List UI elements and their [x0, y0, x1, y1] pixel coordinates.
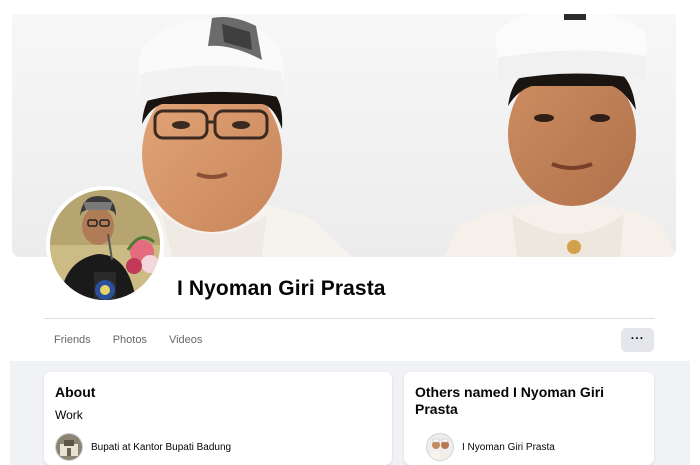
- others-list-item[interactable]: I Nyoman Giri Prasta: [426, 433, 555, 461]
- others-title: Others named I Nyoman Giri Prasta: [415, 384, 605, 417]
- more-horizontal-icon: ···: [630, 331, 645, 345]
- left-frame: [0, 0, 10, 465]
- workplace-icon: [55, 433, 83, 461]
- more-options-button[interactable]: ···: [621, 328, 654, 352]
- profile-name: I Nyoman Giri Prasta: [177, 277, 386, 300]
- about-title: About: [55, 384, 96, 400]
- tab-photos[interactable]: Photos: [113, 328, 147, 352]
- work-label: Work: [55, 408, 83, 422]
- avatar-image: [50, 190, 160, 300]
- tab-videos[interactable]: Videos: [169, 328, 202, 352]
- profile-tabs: Friends Photos Videos: [44, 326, 224, 354]
- profile-page: I Nyoman Giri Prasta Friends Photos Vide…: [0, 0, 700, 465]
- profile-avatar[interactable]: [46, 186, 164, 304]
- header-divider: [44, 318, 655, 319]
- others-entry-text: I Nyoman Giri Prasta: [462, 441, 555, 453]
- about-card: About Work Bupati at Kantor Bupati Badun…: [44, 372, 392, 465]
- tab-friends[interactable]: Friends: [44, 328, 91, 352]
- work-entry-text: Bupati at Kantor Bupati Badung: [91, 441, 232, 453]
- work-entry[interactable]: Bupati at Kantor Bupati Badung: [55, 433, 231, 461]
- others-avatar: [426, 433, 454, 461]
- others-named-card: Others named I Nyoman Giri Prasta I Nyom…: [404, 372, 654, 465]
